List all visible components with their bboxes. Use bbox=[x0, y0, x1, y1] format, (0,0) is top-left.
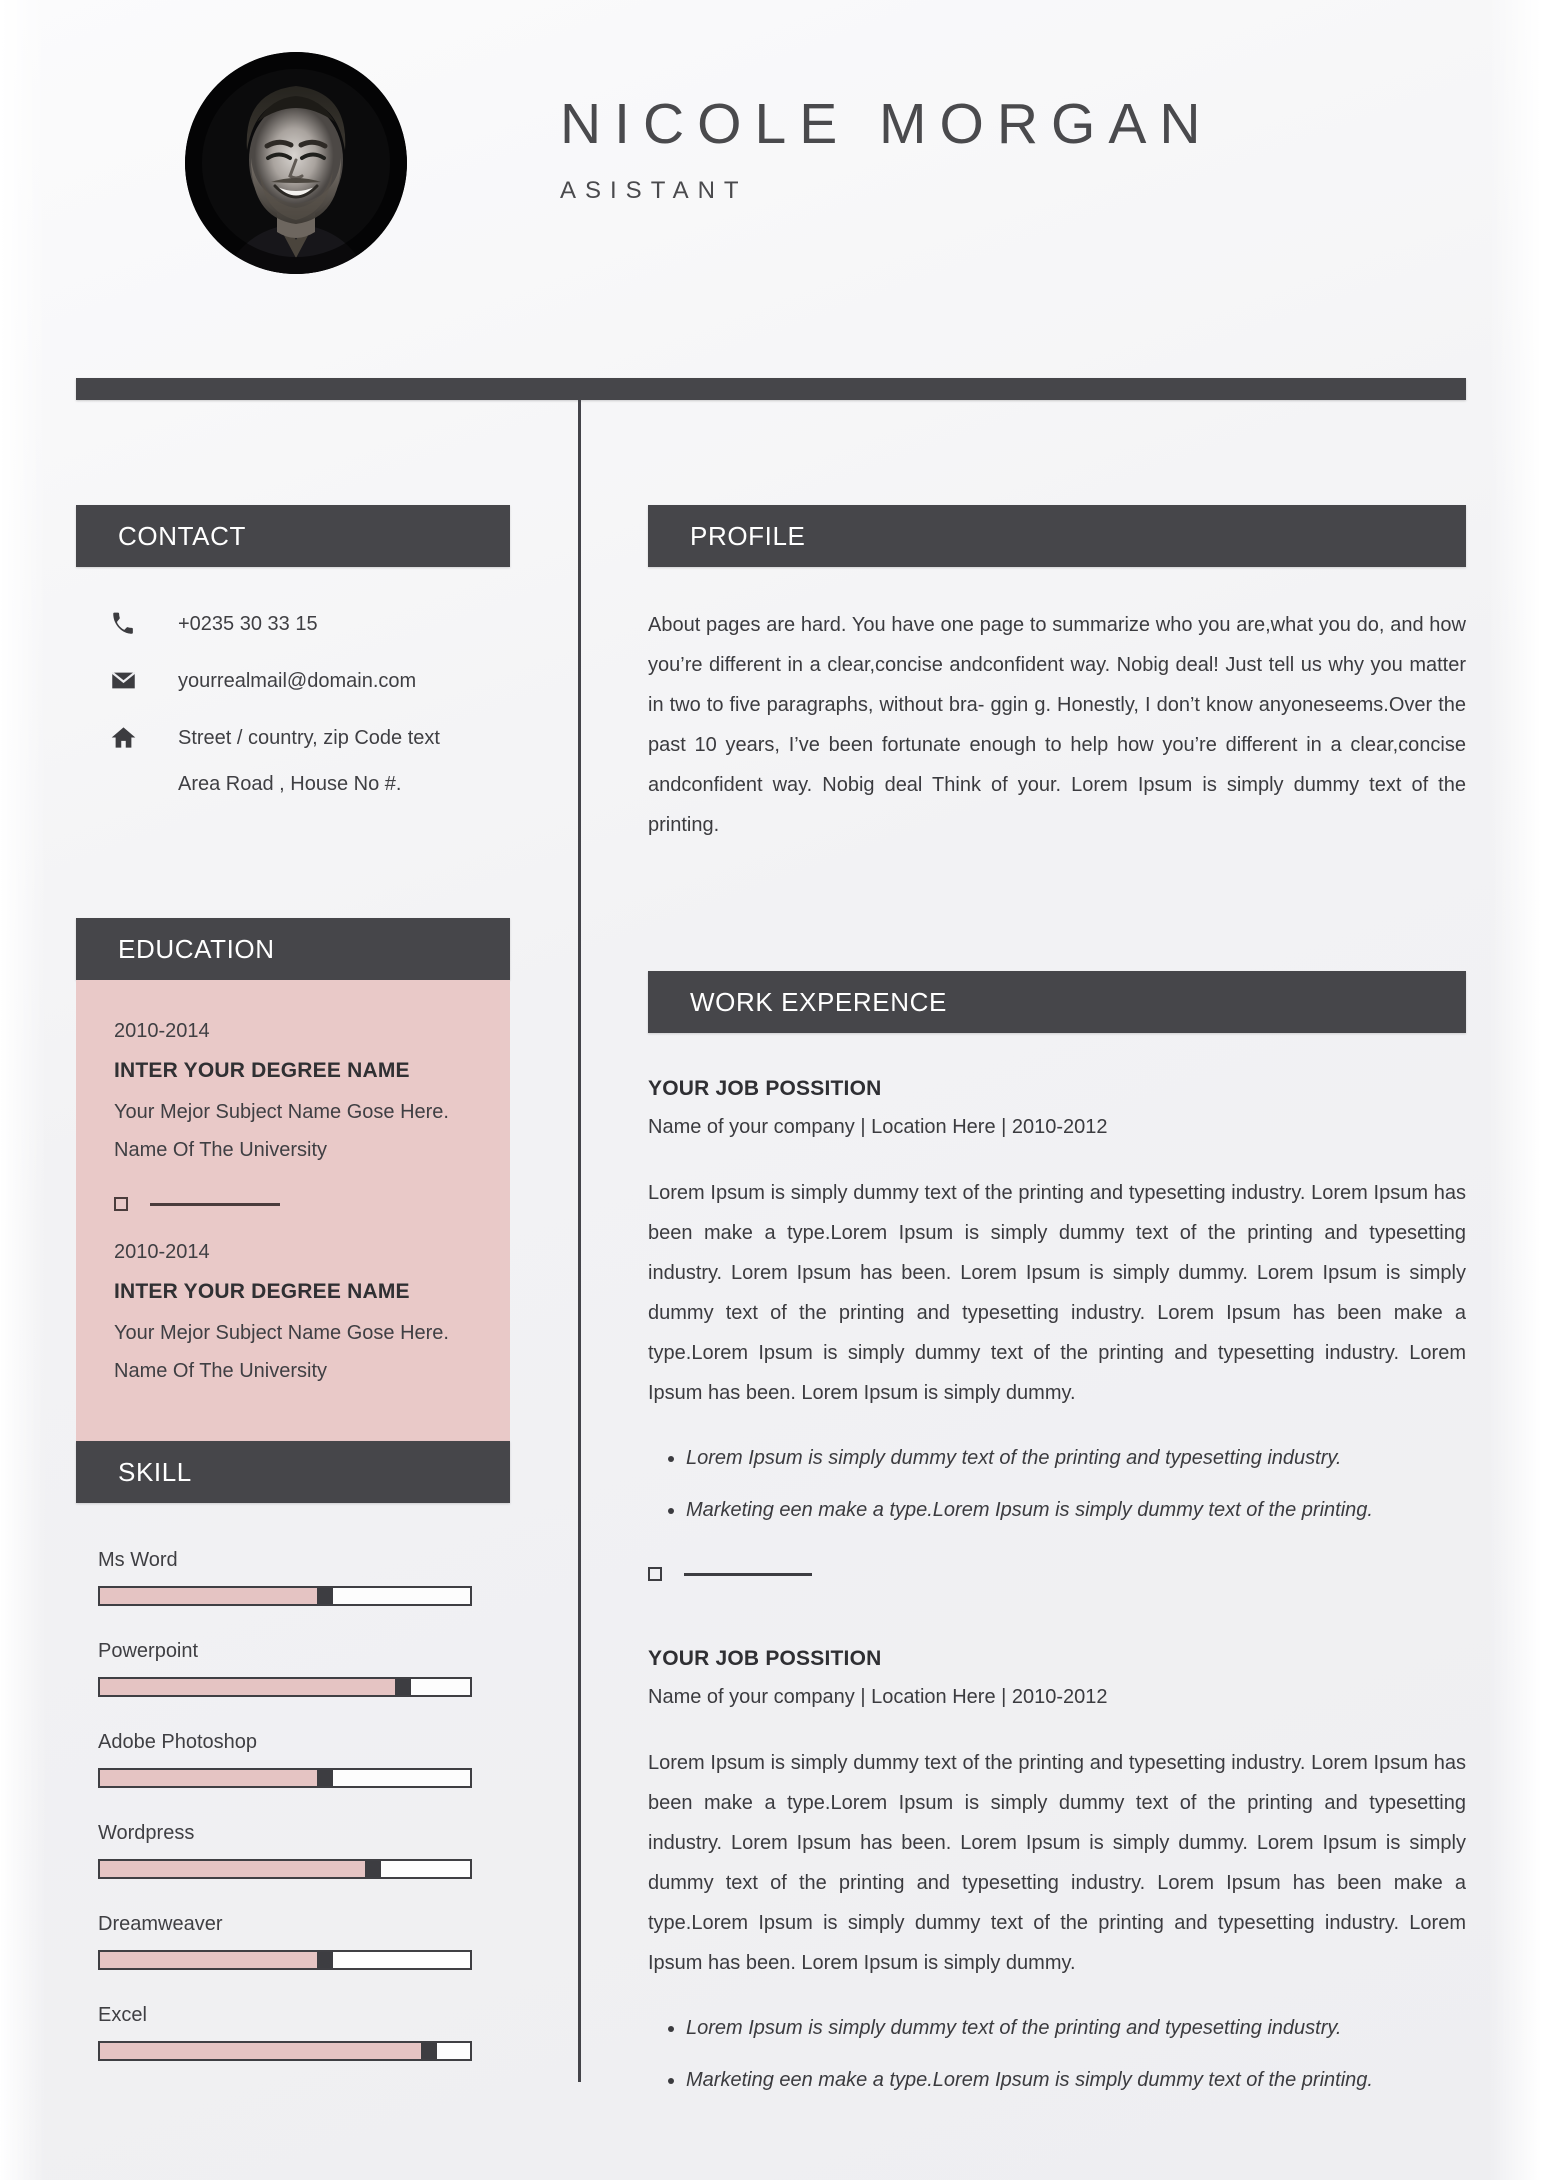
skill-label: Adobe Photoshop bbox=[98, 1731, 258, 1753]
phone-icon bbox=[110, 611, 154, 637]
profile-heading-bar: PROFILE bbox=[648, 505, 1466, 567]
name-block: NICOLE MORGAN ASISTANT bbox=[560, 96, 1460, 203]
education-body: 2010-2014 INTER YOUR DEGREE NAME Your Me… bbox=[76, 980, 510, 1441]
skill-progress-fill bbox=[100, 1770, 317, 1786]
skill-item: Wordpress bbox=[98, 1822, 510, 1879]
skill-progress-bar[interactable] bbox=[98, 1950, 472, 1970]
skill-progress-bar[interactable] bbox=[98, 1677, 472, 1697]
work-heading: WORK EXPERENCE bbox=[690, 986, 947, 1017]
job-position-title: YOUR JOB POSSITION bbox=[648, 1077, 882, 1100]
skill-item: Powerpoint bbox=[98, 1640, 510, 1697]
contact-list: +0235 30 33 15 yourrealmail@domain.com S… bbox=[76, 611, 510, 796]
skill-label: Ms Word bbox=[98, 1549, 178, 1571]
contact-heading: CONTACT bbox=[118, 520, 246, 551]
resume-header: NICOLE MORGAN ASISTANT bbox=[0, 0, 1541, 360]
education-university: Name Of The University bbox=[114, 1360, 328, 1382]
skill-list: Ms Word Powerpoint Adobe Photoshop Wordpres… bbox=[76, 1549, 510, 2061]
job-bullet-list: Lorem Ipsum is simply dummy text of the … bbox=[648, 2013, 1466, 2095]
column-divider bbox=[578, 400, 581, 2082]
list-item: Lorem Ipsum is simply dummy text of the … bbox=[686, 1443, 1466, 1473]
education-years: 2010-2014 bbox=[114, 1020, 210, 1042]
work-heading-bar: WORK EXPERENCE bbox=[648, 971, 1466, 1033]
skill-heading-bar: SKILL bbox=[76, 1441, 510, 1503]
header-divider bbox=[76, 378, 1466, 400]
job-description: Lorem Ipsum is simply dummy text of the … bbox=[648, 1182, 1466, 1404]
job-separator bbox=[648, 1567, 1466, 1581]
education-entry: 2010-2014 INTER YOUR DEGREE NAME Your Me… bbox=[76, 1020, 510, 1163]
skill-progress-knob bbox=[317, 1952, 333, 1968]
skill-progress-knob bbox=[365, 1861, 381, 1877]
resume-page: NICOLE MORGAN ASISTANT CONTACT +0235 30 … bbox=[0, 0, 1541, 2180]
separator-line bbox=[684, 1572, 812, 1576]
job-bullet-list: Lorem Ipsum is simply dummy text of the … bbox=[648, 1443, 1466, 1525]
skill-label: Wordpress bbox=[98, 1822, 195, 1844]
work-experience-section: WORK EXPERENCE YOUR JOB POSSITION Name o… bbox=[648, 971, 1466, 2095]
skill-item: Ms Word bbox=[98, 1549, 510, 1606]
skill-progress-bar[interactable] bbox=[98, 1768, 472, 1788]
job-description: Lorem Ipsum is simply dummy text of the … bbox=[648, 1752, 1466, 1974]
profile-section: PROFILE About pages are hard. You have o… bbox=[648, 505, 1466, 845]
email-value: yourrealmail@domain.com bbox=[178, 669, 417, 692]
skill-label: Excel bbox=[98, 2004, 147, 2026]
education-subject: Your Mejor Subject Name Gose Here. bbox=[114, 1322, 449, 1344]
main-content: PROFILE About pages are hard. You have o… bbox=[648, 505, 1466, 2117]
skill-progress-bar[interactable] bbox=[98, 2041, 472, 2061]
education-separator bbox=[76, 1197, 510, 1211]
skill-progress-knob bbox=[317, 1588, 333, 1604]
education-degree: INTER YOUR DEGREE NAME bbox=[114, 1059, 410, 1082]
skill-item: Dreamweaver bbox=[98, 1913, 510, 1970]
education-years: 2010-2014 bbox=[114, 1241, 210, 1263]
skill-progress-bar[interactable] bbox=[98, 1859, 472, 1879]
skill-progress-knob bbox=[421, 2043, 437, 2059]
skill-progress-fill bbox=[100, 1952, 317, 1968]
address-value: Street / country, zip Code text bbox=[178, 726, 440, 749]
contact-heading-bar: CONTACT bbox=[76, 505, 510, 567]
skill-progress-fill bbox=[100, 1861, 365, 1877]
skill-item: Adobe Photoshop bbox=[98, 1731, 510, 1788]
education-degree: INTER YOUR DEGREE NAME bbox=[114, 1280, 410, 1303]
job-entry: YOUR JOB POSSITION Name of your company … bbox=[648, 1647, 1466, 2095]
profile-text: About pages are hard. You have one page … bbox=[648, 614, 1466, 836]
education-university: Name Of The University bbox=[114, 1139, 328, 1161]
education-heading-bar: EDUCATION bbox=[76, 918, 510, 980]
job-position-title: YOUR JOB POSSITION bbox=[648, 1647, 882, 1670]
envelope-icon bbox=[110, 667, 154, 694]
skill-section: SKILL Ms Word Powerpoint Adobe Photoshop Wo… bbox=[76, 1441, 510, 2061]
contact-section: CONTACT +0235 30 33 15 yourrealmail@doma… bbox=[76, 505, 510, 796]
list-item: Lorem Ipsum is simply dummy text of the … bbox=[686, 2013, 1466, 2043]
skill-item: Excel bbox=[98, 2004, 510, 2061]
skill-heading: SKILL bbox=[118, 1456, 192, 1487]
job-meta: Name of your company | Location Here | 2… bbox=[648, 1686, 1108, 1708]
list-item: Marketing een make a type.Lorem Ipsum is… bbox=[686, 1495, 1466, 1525]
avatar bbox=[185, 52, 407, 274]
education-section: EDUCATION 2010-2014 INTER YOUR DEGREE NA… bbox=[76, 918, 510, 1441]
skill-progress-bar[interactable] bbox=[98, 1586, 472, 1606]
skill-progress-knob bbox=[395, 1679, 411, 1695]
contact-item-email[interactable]: yourrealmail@domain.com bbox=[110, 667, 510, 694]
education-heading: EDUCATION bbox=[118, 933, 275, 964]
home-icon bbox=[110, 724, 154, 751]
sidebar: CONTACT +0235 30 33 15 yourrealmail@doma… bbox=[76, 505, 510, 2095]
phone-value: +0235 30 33 15 bbox=[178, 613, 318, 635]
job-meta: Name of your company | Location Here | 2… bbox=[648, 1116, 1108, 1138]
skill-progress-knob bbox=[317, 1770, 333, 1786]
job-subtitle: ASISTANT bbox=[560, 177, 748, 204]
skill-progress-fill bbox=[100, 1679, 395, 1695]
skill-progress-fill bbox=[100, 2043, 421, 2059]
job-entry: YOUR JOB POSSITION Name of your company … bbox=[648, 1077, 1466, 1581]
contact-item-phone[interactable]: +0235 30 33 15 bbox=[110, 611, 510, 637]
address-second-line: Area Road , House No #. bbox=[178, 773, 402, 795]
education-subject: Your Mejor Subject Name Gose Here. bbox=[114, 1101, 449, 1123]
page-title: NICOLE MORGAN bbox=[560, 92, 1214, 156]
square-marker-icon bbox=[114, 1197, 128, 1211]
profile-heading: PROFILE bbox=[690, 520, 806, 551]
separator-line bbox=[150, 1202, 280, 1206]
skill-label: Dreamweaver bbox=[98, 1913, 223, 1935]
contact-item-address[interactable]: Street / country, zip Code text bbox=[110, 724, 510, 751]
square-marker-icon bbox=[648, 1567, 662, 1581]
skill-progress-fill bbox=[100, 1588, 317, 1604]
skill-label: Powerpoint bbox=[98, 1640, 199, 1662]
education-entry: 2010-2014 INTER YOUR DEGREE NAME Your Me… bbox=[76, 1241, 510, 1384]
list-item: Marketing een make a type.Lorem Ipsum is… bbox=[686, 2065, 1466, 2095]
